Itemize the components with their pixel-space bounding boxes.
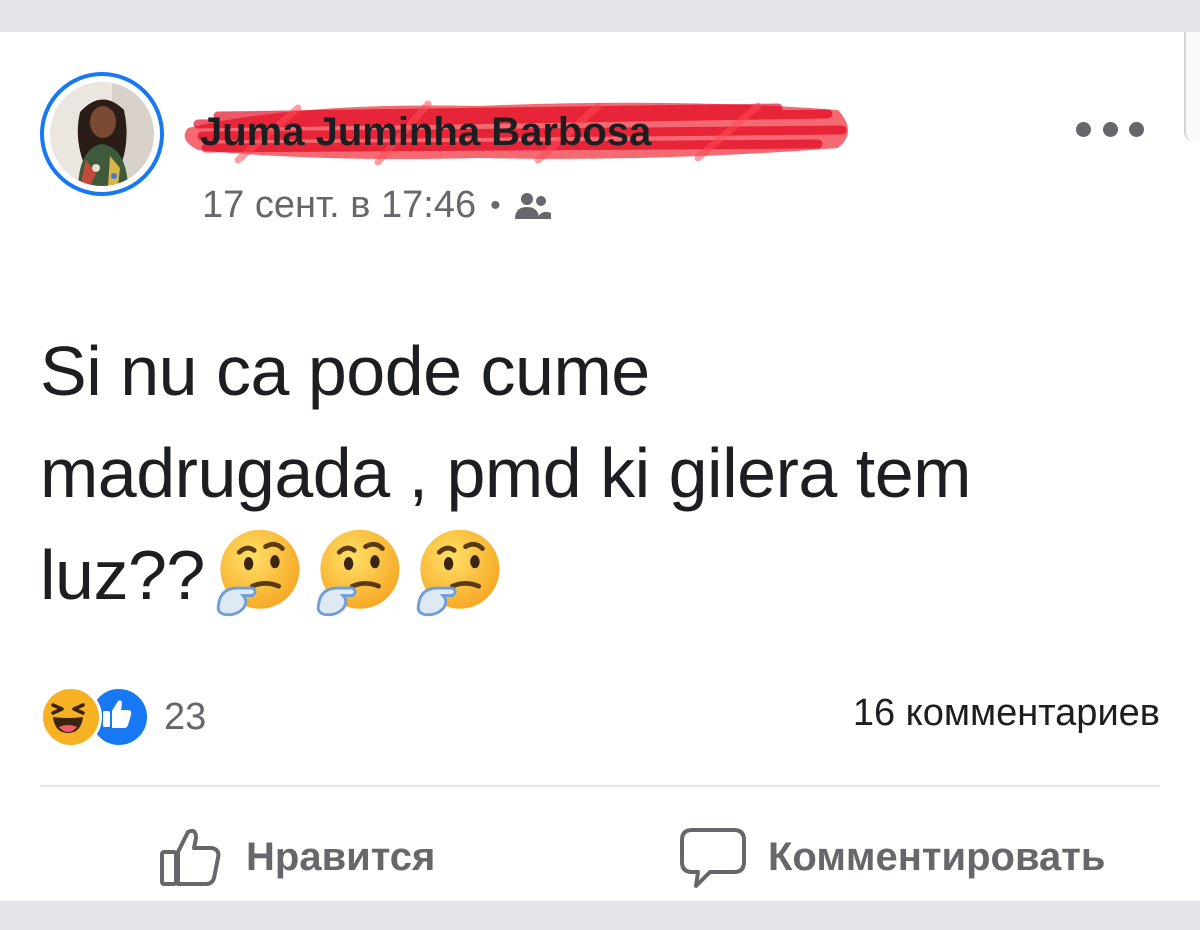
meta-separator: • xyxy=(490,188,501,222)
post-text-line-last: luz?? xyxy=(40,524,1160,628)
thinking-face-emoji xyxy=(216,529,300,616)
friends-icon[interactable] xyxy=(513,191,553,221)
post-timestamp[interactable]: 17 сент. в 17:46 xyxy=(202,184,476,227)
author-name-link[interactable]: Juma Juminha Barbosa xyxy=(178,70,868,174)
comments-count-link[interactable]: 16 комментариев xyxy=(853,692,1160,735)
comment-bubble-icon xyxy=(680,828,746,888)
haha-reaction-icon xyxy=(40,686,102,748)
post-card: Juma Juminha Barbosa 17 сент. в 17:46 • … xyxy=(0,32,1200,901)
reaction-count: 23 xyxy=(164,695,207,738)
reactions-summary[interactable]: 23 xyxy=(40,686,206,748)
divider xyxy=(40,785,1160,787)
post-meta: 17 сент. в 17:46 • xyxy=(202,184,553,227)
like-label: Нравится xyxy=(246,834,436,879)
bottom-separator xyxy=(0,901,1200,930)
scroll-edge xyxy=(1184,32,1200,142)
more-dot xyxy=(1129,121,1144,137)
more-dot xyxy=(1076,121,1091,137)
avatar[interactable] xyxy=(50,82,154,186)
post-text-line: madrugada , pmd ki gilera tem xyxy=(40,434,971,512)
like-button[interactable]: Нравится xyxy=(156,822,435,892)
post-text: Si nu ca pode cume madrugada , pmd ki gi… xyxy=(40,320,1160,628)
more-dot xyxy=(1102,121,1118,137)
post-text-line: Si nu ca pode cume xyxy=(40,332,650,410)
more-options-button[interactable] xyxy=(1076,114,1144,144)
thinking-face-emoji xyxy=(316,529,400,616)
avatar-ring[interactable] xyxy=(40,72,164,196)
thinking-face-emoji xyxy=(416,529,500,616)
thumbs-up-icon xyxy=(160,828,221,886)
top-separator xyxy=(0,0,1200,32)
comment-button[interactable]: Комментировать xyxy=(678,822,1105,892)
author-name[interactable]: Juma Juminha Barbosa xyxy=(200,110,651,155)
comment-label: Комментировать xyxy=(768,834,1106,879)
post-text-line: luz?? xyxy=(40,536,205,614)
